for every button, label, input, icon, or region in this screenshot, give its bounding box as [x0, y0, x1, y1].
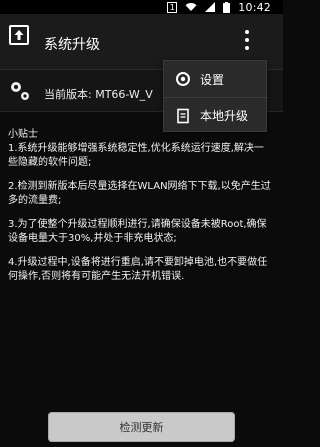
tip-item: 4.升级过程中,设备将进行重启,请不要卸掉电池,也不要做任何操作,否则将有可能产…	[8, 257, 268, 282]
check-update-button[interactable]: 检测更新	[48, 412, 235, 442]
current-version-label: 当前版本: MT66-W_V	[44, 88, 153, 101]
sim-badge: 1	[167, 1, 178, 13]
tips-title: 小贴士	[8, 129, 38, 140]
upload-icon	[9, 25, 29, 45]
menu-item-settings[interactable]: 设置	[164, 61, 268, 97]
clock: 10:42	[238, 0, 271, 14]
wifi-icon	[185, 3, 197, 12]
menu-item-label: 本地升级	[200, 109, 249, 123]
signal-icon	[205, 2, 216, 12]
menu-item-label: 设置	[200, 72, 225, 87]
battery-icon	[223, 1, 231, 13]
tip-item: 3.为了使整个升级过程顺利进行,请确保设备未被Root,确保设备电量大于30%,…	[8, 219, 267, 244]
more-vert-icon[interactable]	[239, 28, 255, 52]
page-title: 系统升级	[44, 37, 100, 53]
gear-icon	[11, 82, 29, 100]
tips-section: 小贴士 1.系统升级能够增强系统稳定性,优化系统运行速度,解决一些隐藏的软件问题…	[8, 128, 272, 294]
gear-icon	[174, 70, 192, 88]
status-bar: 1 10:42	[0, 0, 283, 14]
tip-item: 1.系统升级能够增强系统稳定性,优化系统运行速度,解决一些隐藏的软件问题;	[8, 143, 264, 168]
document-icon	[174, 107, 192, 125]
overflow-menu: 设置 本地升级	[163, 60, 268, 132]
tip-item: 2.检测到新版本后尽量选择在WLAN网络下下载,以免产生过多的流量费;	[8, 181, 271, 206]
